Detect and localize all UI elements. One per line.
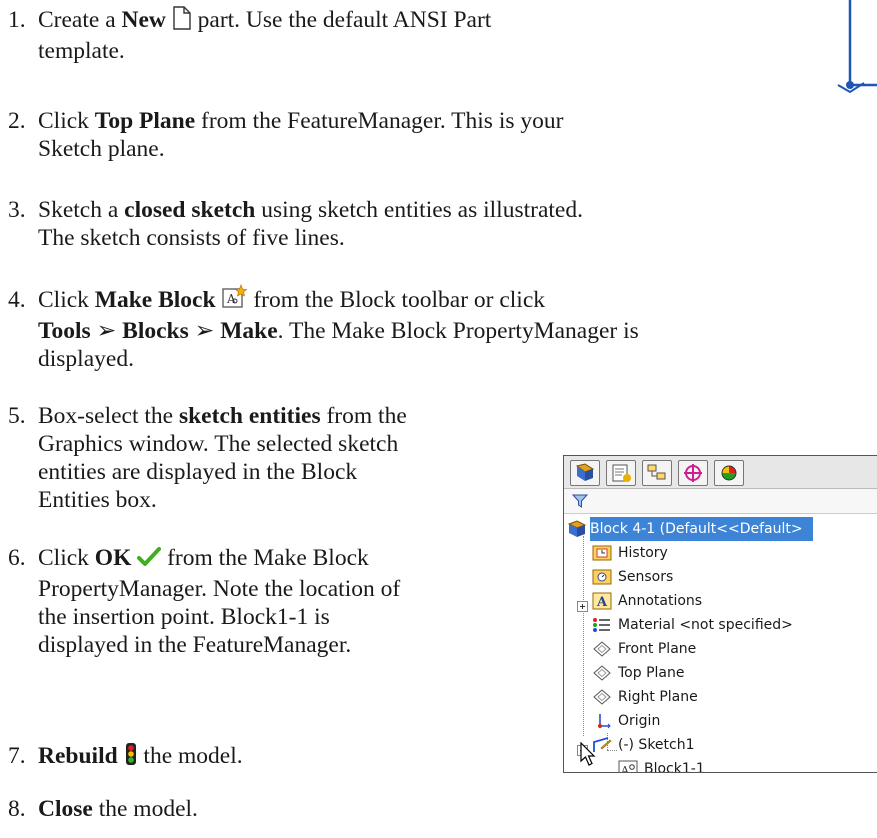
tree-item-label: Block1-1 <box>644 761 705 773</box>
step-1: 1. Create a New part. Use the default ANS… <box>8 6 491 65</box>
step-text: Sketch plane. <box>38 136 165 162</box>
step-text: Click <box>38 545 95 571</box>
filter-bar[interactable] <box>564 489 877 514</box>
dimxpert-tab-icon[interactable] <box>678 460 708 486</box>
step-number: 7. <box>8 743 26 769</box>
new-document-icon <box>172 6 192 37</box>
green-checkmark-icon <box>137 546 162 575</box>
step-text: displayed. <box>38 346 134 372</box>
step-text: . The Make Block PropertyManager is <box>277 318 639 344</box>
menu-separator: ➢ <box>188 318 221 344</box>
svg-text:A: A <box>596 595 608 610</box>
step-8: 8. Close the model. <box>8 795 198 823</box>
step-text: part. Use the default ANSI Part <box>191 7 492 33</box>
step-7: 7. Rebuild the model. <box>8 742 243 773</box>
step-text: Click <box>38 287 95 313</box>
step-number: 8. <box>8 796 26 822</box>
step-bold: Close <box>38 796 93 822</box>
step-bold: OK <box>94 545 132 571</box>
menu-separator: ➢ <box>90 318 123 344</box>
step-text: displayed in the FeatureManager. <box>38 632 352 658</box>
tree-item-right-plane[interactable]: Right Plane <box>564 685 877 709</box>
step-text: the insertion point. Block1-1 is <box>38 604 330 630</box>
step-text: from the FeatureManager. This is your <box>195 108 564 134</box>
tree-item-block1-1[interactable]: A Block1-1 <box>564 757 877 773</box>
step-bold: Top Plane <box>94 108 196 134</box>
tree-item-material[interactable]: Material <not specified> <box>564 613 877 637</box>
step-text: Click <box>38 108 95 134</box>
tree-item-annotations[interactable]: A Annotations <box>564 589 877 613</box>
step-text: Entities box. <box>38 487 157 513</box>
tree-item-sketch1[interactable]: (-) Sketch1 <box>564 733 877 757</box>
step-text: the model. <box>92 796 198 822</box>
step-text: from the Block toolbar or click <box>247 287 546 313</box>
filter-icon[interactable] <box>571 493 589 513</box>
make-block-icon: A <box>221 284 248 317</box>
tree-item-label: Top Plane <box>618 665 685 681</box>
step-text: Sketch a <box>38 197 125 223</box>
step-text: Box-select the <box>38 403 179 429</box>
step-number: 5. <box>8 403 26 429</box>
step-4: 4. Click Make Block A from the Block tool… <box>8 284 639 373</box>
step-text: using sketch entities as illustrated. <box>255 197 583 223</box>
step-3: 3. Sketch a closed sketch using sketch en… <box>8 196 583 252</box>
step-text: from the Make Block <box>161 545 369 571</box>
step-number: 3. <box>8 197 26 223</box>
step-bold: sketch entities <box>178 403 321 429</box>
step-text: entities are displayed in the Block <box>38 459 358 485</box>
tree-item-history[interactable]: History <box>564 541 877 565</box>
traffic-light-icon <box>124 742 138 773</box>
step-text: template. <box>38 38 125 64</box>
step-bold: New <box>121 7 166 33</box>
appearance-tab-icon[interactable] <box>714 460 744 486</box>
svg-text:A: A <box>620 764 630 773</box>
step-bold: Make <box>220 318 278 344</box>
tree-item-front-plane[interactable]: Front Plane <box>564 637 877 661</box>
featuremanager-tabs <box>564 456 877 489</box>
step-bold: Blocks <box>122 318 189 344</box>
step-text: the model. <box>137 743 243 769</box>
tree-item-sensors[interactable]: Sensors <box>564 565 877 589</box>
step-bold: Tools <box>38 318 91 344</box>
step-bold: closed sketch <box>124 197 256 223</box>
step-bold: Make Block <box>94 287 216 313</box>
step-text: from the <box>320 403 407 429</box>
step-2: 2. Click Top Plane from the FeatureManage… <box>8 107 563 163</box>
step-bold: Rebuild <box>38 743 118 769</box>
property-tab-icon[interactable] <box>606 460 636 486</box>
configuration-tab-icon[interactable] <box>642 460 672 486</box>
tree-item-label: Material <not specified> <box>618 617 793 633</box>
tree-item-label: Annotations <box>618 593 703 609</box>
block-icon: A <box>618 760 638 773</box>
tree-item-label: Origin <box>618 713 661 729</box>
feature-tree-tab-icon[interactable] <box>570 460 600 486</box>
tree-item-top-plane[interactable]: Top Plane <box>564 661 877 685</box>
tree-item-origin[interactable]: Origin <box>564 709 877 733</box>
mouse-pointer-icon <box>580 741 598 772</box>
step-text: PropertyManager. Note the location of <box>38 576 401 602</box>
tree-item-label: Front Plane <box>618 641 697 657</box>
tree-item-label: Right Plane <box>618 689 698 705</box>
step-number: 6. <box>8 545 26 571</box>
featuremanager-panel: Block 4-1 (Default<<Default> History Sen… <box>563 455 877 773</box>
partial-sketch-illustration <box>820 0 877 100</box>
step-number: 4. <box>8 287 26 313</box>
step-text: Graphics window. The selected sketch <box>38 431 399 457</box>
step-5: 5. Box-select the sketch entities from th… <box>8 402 407 514</box>
tree-root-label: Block 4-1 (Default<<Default> <box>590 517 813 541</box>
step-6: 6. Click OK from the Make Block PropertyM… <box>8 544 400 659</box>
tree-root[interactable]: Block 4-1 (Default<<Default> <box>564 517 877 541</box>
step-text: Create a <box>38 7 122 33</box>
step-number: 1. <box>8 7 26 33</box>
tree-item-label: (-) Sketch1 <box>618 737 695 753</box>
step-text: The sketch consists of five lines. <box>38 225 345 251</box>
tree-item-label: Sensors <box>618 569 674 585</box>
tree-item-label: History <box>618 545 668 561</box>
step-number: 2. <box>8 108 26 134</box>
